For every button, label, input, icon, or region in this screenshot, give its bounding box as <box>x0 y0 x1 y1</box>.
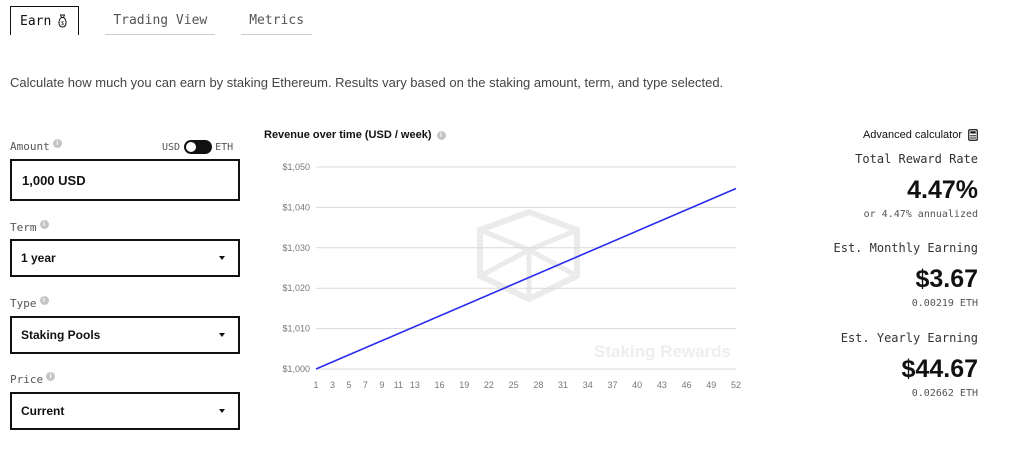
y-tick-label: $1,040 <box>282 202 310 212</box>
chart-title: Revenue over time (USD / week) i <box>264 129 446 141</box>
amount-label: Amount i <box>10 139 62 153</box>
toggle-eth-label: ETH <box>215 141 234 153</box>
amount-label-text: Amount <box>10 140 50 153</box>
watermark-text: Staking Rewards <box>594 342 731 361</box>
x-tick-label: 49 <box>706 380 716 390</box>
y-tick-label: $1,000 <box>282 364 310 374</box>
info-icon[interactable]: i <box>52 139 62 148</box>
yearly-earning-eth: 0.02662 ETH <box>911 388 978 399</box>
advanced-calculator-link[interactable]: Advanced calculator <box>863 129 978 141</box>
x-tick-label: 22 <box>484 380 494 390</box>
monthly-earning-value: $3.67 <box>915 265 978 293</box>
type-label: Type i <box>10 296 49 310</box>
calculator-icon <box>968 129 978 141</box>
money-bag-icon: $ <box>57 14 68 28</box>
svg-text:$: $ <box>61 21 64 27</box>
tab-earn-label: Earn <box>20 13 52 29</box>
x-tick-label: 40 <box>632 380 642 390</box>
x-tick-label: 1 <box>313 380 318 390</box>
type-label-text: Type <box>10 297 37 310</box>
info-icon[interactable]: i <box>46 372 56 381</box>
price-label: Price i <box>10 372 56 386</box>
x-tick-label: 16 <box>435 380 445 390</box>
total-reward-rate-sub: or 4.47% annualized <box>863 209 978 220</box>
x-tick-label: 31 <box>558 380 568 390</box>
yearly-earning-label: Est. Yearly Earning <box>840 331 978 345</box>
chevron-down-icon <box>219 333 225 337</box>
watermark-logo-stroke-3 <box>527 247 579 279</box>
monthly-earning-label: Est. Monthly Earning <box>833 241 979 255</box>
term-select-value: 1 year <box>21 251 56 265</box>
intro-text: Calculate how much you can earn by staki… <box>10 75 724 90</box>
term-select[interactable]: 1 year <box>10 239 240 277</box>
x-tick-label: 52 <box>731 380 741 390</box>
chart-title-text: Revenue over time (USD / week) <box>264 129 432 141</box>
price-select-value: Current <box>21 404 65 418</box>
x-tick-label: 5 <box>346 380 351 390</box>
x-tick-label: 19 <box>459 380 469 390</box>
tab-earn[interactable]: Earn $ <box>10 6 80 35</box>
x-axis: 1 3 5 7 9 11 13 16 19 22 25 28 31 34 37 40 43 46 49 52 <box>313 380 741 390</box>
x-tick-label: 25 <box>509 380 519 390</box>
total-reward-rate-value: 4.47% <box>907 176 978 204</box>
chart-grid <box>316 166 736 370</box>
y-axis: $1,000 $1,010 $1,020 $1,030 $1,040 $1,050 <box>282 162 310 374</box>
chevron-down-icon <box>219 256 225 260</box>
x-tick-label: 11 <box>394 380 403 390</box>
monthly-earning-eth: 0.00219 ETH <box>911 298 978 309</box>
type-select[interactable]: Staking Pools <box>10 316 240 354</box>
tab-bar: Earn $ Trading View Metrics <box>10 6 313 35</box>
revenue-chart: Staking Rewards $1,000 $1,010 $1,020 $1,030… <box>282 162 741 390</box>
x-tick-label: 46 <box>682 380 692 390</box>
x-tick-label: 28 <box>533 380 543 390</box>
y-tick-label: $1,050 <box>282 162 310 172</box>
amount-input[interactable]: 1,000 USD <box>10 159 240 201</box>
term-label: Term i <box>10 220 49 234</box>
type-select-value: Staking Pools <box>21 328 101 342</box>
x-tick-label: 43 <box>657 380 667 390</box>
watermark: Staking Rewards <box>477 208 731 361</box>
x-tick-label: 13 <box>410 380 420 390</box>
x-tick-label: 7 <box>363 380 368 390</box>
y-tick-label: $1,020 <box>282 283 310 293</box>
price-label-text: Price <box>10 373 44 386</box>
total-reward-rate-label: Total Reward Rate <box>855 152 978 166</box>
advanced-calculator-label: Advanced calculator <box>862 129 962 141</box>
x-tick-label: 37 <box>607 380 617 390</box>
chevron-down-icon <box>219 409 225 413</box>
currency-toggle[interactable]: USD ETH <box>162 140 233 154</box>
tab-trading-view[interactable]: Trading View <box>105 7 216 35</box>
toggle-knob <box>186 142 197 152</box>
toggle-switch[interactable] <box>184 140 213 154</box>
y-tick-label: $1,030 <box>282 243 310 253</box>
y-tick-label: $1,010 <box>282 324 310 334</box>
tab-metrics[interactable]: Metrics <box>241 7 313 35</box>
info-icon[interactable]: i <box>436 130 446 140</box>
info-icon[interactable]: i <box>39 220 49 229</box>
toggle-usd-label: USD <box>162 141 181 153</box>
watermark-logo-inner <box>479 227 578 253</box>
term-label-text: Term <box>10 221 37 234</box>
watermark-logo-stroke-1 <box>478 247 531 279</box>
x-tick-label: 34 <box>583 380 593 390</box>
info-icon[interactable]: i <box>39 296 49 305</box>
yearly-earning-value: $44.67 <box>901 355 978 383</box>
x-tick-label: 9 <box>379 380 384 390</box>
price-select[interactable]: Current <box>10 392 240 430</box>
x-tick-label: 3 <box>330 380 335 390</box>
